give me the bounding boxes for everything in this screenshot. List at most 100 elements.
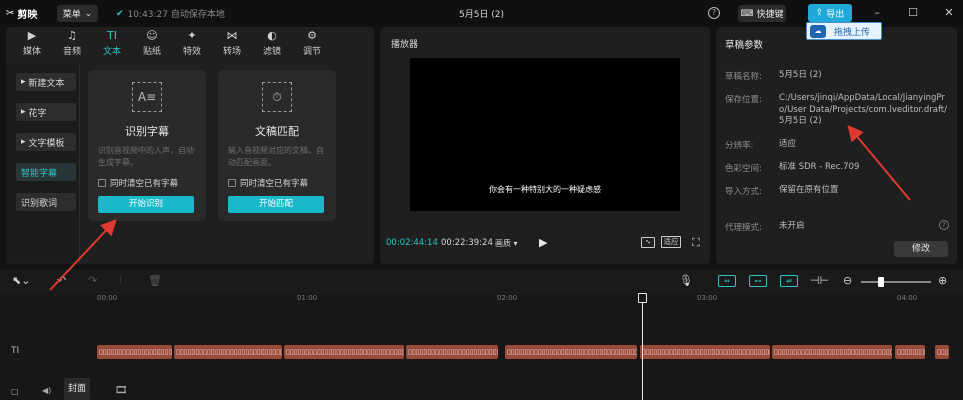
shortcut-button[interactable]: ⌨ 快捷键 bbox=[738, 5, 786, 22]
draft-title: 草稿参数 bbox=[725, 40, 764, 51]
help-icon[interactable]: ? bbox=[708, 7, 720, 19]
text-sidenav: ▸ 新建文本 ▸ 花字 ▸ 文字模板 智能字幕 识别歌词 bbox=[6, 63, 80, 263]
edit-button[interactable]: 修改 bbox=[894, 241, 948, 257]
redo-icon: ↷ bbox=[88, 274, 98, 287]
zoom-out-icon[interactable]: ⊖ bbox=[843, 274, 852, 287]
track-visibility-icon[interactable]: ▢ bbox=[11, 387, 19, 396]
adjust-icon: ⚙ bbox=[307, 29, 317, 42]
nav-label: 文字模板 bbox=[28, 138, 65, 149]
tab-label: 音频 bbox=[62, 47, 81, 57]
microphone-icon[interactable]: 🎙 bbox=[679, 274, 693, 287]
maximize-icon[interactable]: ☐ bbox=[904, 4, 922, 22]
caption-clip[interactable]: ▯▯▯▯▯▯▯▯▯▯▯▯▯▯▯▯▯▯▯▯▯▯▯▯▯▯▯▯▯▯▯▯▯▯▯▯▯▯▯▯ bbox=[284, 345, 404, 359]
checkbox-icon bbox=[98, 179, 106, 187]
tab-transition[interactable]: ⋈ 转场 bbox=[212, 27, 252, 60]
linkage-icon[interactable]: ⇌ bbox=[780, 275, 798, 287]
caption-clip[interactable]: ▯▯▯▯▯▯▯▯▯▯▯▯▯▯▯▯▯▯▯▯▯▯▯▯▯▯▯▯▯▯▯▯▯▯▯▯▯▯▯▯ bbox=[505, 345, 637, 359]
caption-clip[interactable]: ▯▯▯▯▯▯▯▯▯▯▯▯▯▯▯▯▯▯▯▯▯▯▯▯▯▯▯▯▯▯▯▯▯▯▯▯▯▯▯▯ bbox=[640, 345, 770, 359]
playhead[interactable] bbox=[642, 294, 643, 400]
clear-captions-checkbox[interactable]: 同时清空已有字幕 bbox=[228, 177, 308, 189]
zoom-in-icon[interactable]: ⊕ bbox=[938, 274, 947, 287]
tab-audio[interactable]: ♫ 音频 bbox=[52, 27, 92, 60]
card-title: 识别字幕 bbox=[125, 125, 169, 138]
ratio-button[interactable]: 适应 bbox=[661, 236, 681, 248]
caption-recognize-card: A≡ 识别字幕 识别音视频中的人声，自动生成字幕。 同时清空已有字幕 开始识别 bbox=[88, 70, 206, 221]
caption-clip[interactable]: ▯▯▯▯▯▯▯▯▯▯▯▯▯▯▯▯▯▯▯▯▯▯▯▯▯▯▯▯▯▯▯▯▯▯▯▯▯▯▯▯ bbox=[174, 345, 282, 359]
caption-clip[interactable]: ▯▯▯▯▯▯▯▯▯▯▯▯▯▯▯▯▯▯▯▯▯▯▯▯▯▯▯▯▯▯▯▯▯▯▯▯▯▯▯▯ bbox=[406, 345, 498, 359]
export-label: 导出 bbox=[826, 9, 845, 20]
quality-dropdown[interactable]: 画质 ▾ bbox=[495, 238, 518, 249]
minimize-icon[interactable]: – bbox=[868, 4, 886, 22]
drag-upload-tooltip[interactable]: ☁ 拖拽上传 bbox=[806, 22, 882, 40]
draft-name-value: 5月5日 (2) bbox=[779, 70, 822, 80]
text-icon: TI bbox=[107, 29, 117, 42]
start-recognize-button[interactable]: 开始识别 bbox=[98, 196, 194, 213]
clear-captions-checkbox[interactable]: 同时清空已有字幕 bbox=[98, 177, 178, 189]
caption-clip[interactable]: ▯▯▯▯▯▯▯▯▯▯▯▯▯▯▯▯▯▯▯▯▯▯▯▯▯▯▯▯▯▯▯▯▯▯▯▯▯▯▯▯ bbox=[97, 345, 172, 359]
caption-recognize-icon: A≡ bbox=[132, 82, 162, 112]
info-icon[interactable]: ? bbox=[939, 220, 949, 230]
upload-cloud-icon: ☁ bbox=[810, 24, 826, 38]
split-icon: ⫶ bbox=[119, 274, 122, 287]
tab-label: 贴纸 bbox=[142, 47, 161, 57]
preview-axis-icon[interactable]: ⊣⊢ bbox=[810, 274, 829, 287]
tab-label: 调节 bbox=[302, 47, 321, 57]
nav-smart-caption[interactable]: 智能字幕 bbox=[16, 163, 76, 181]
waveform-icon[interactable]: ∿ bbox=[641, 237, 655, 248]
script-match-icon: ⏱ bbox=[262, 82, 292, 112]
tab-media[interactable]: ▶ 媒体 bbox=[12, 27, 52, 60]
card-description: 输入音视频对应的文稿，自动匹配画面。 bbox=[228, 146, 324, 167]
checkbox-icon bbox=[228, 179, 236, 187]
transition-icon: ⋈ bbox=[226, 29, 238, 42]
export-button[interactable]: ⇪ 导出 bbox=[808, 4, 852, 22]
nav-new-text[interactable]: ▸ 新建文本 bbox=[16, 73, 76, 91]
resource-tabs: ▶ 媒体 ♫ 音频 TI 文本 ☺ 贴纸 ✦ 特效 ⋈ 转场 ◐ 滤镜 ⚙ 调节 bbox=[6, 27, 374, 60]
player-title: 播放器 bbox=[391, 40, 419, 50]
tab-sticker[interactable]: ☺ 贴纸 bbox=[132, 27, 172, 60]
tab-adjust[interactable]: ⚙ 调节 bbox=[292, 27, 332, 60]
nav-label: 新建文本 bbox=[28, 78, 65, 89]
color-space-label: 色彩空间: bbox=[725, 164, 762, 174]
export-icon: ⇪ bbox=[815, 8, 824, 18]
current-time: 00:02:44:14 bbox=[386, 238, 438, 248]
proxy-mode-label: 代理模式: bbox=[725, 223, 762, 233]
ruler-tick: 00:00 bbox=[97, 294, 118, 302]
drag-upload-label: 拖拽上传 bbox=[834, 27, 871, 38]
play-icon[interactable]: ▶ bbox=[539, 236, 547, 249]
shortcut-label: 快捷键 bbox=[756, 10, 784, 20]
zoom-slider[interactable] bbox=[861, 281, 931, 283]
playhead-handle[interactable] bbox=[638, 293, 647, 303]
tab-label: 特效 bbox=[182, 47, 201, 57]
ruler-tick: 01:00 bbox=[297, 294, 318, 302]
tab-filter[interactable]: ◐ 滤镜 bbox=[252, 27, 292, 60]
nav-fancy-text[interactable]: ▸ 花字 bbox=[16, 103, 76, 121]
ruler-tick: 02:00 bbox=[497, 294, 518, 302]
nav-label: 花字 bbox=[28, 108, 47, 119]
draft-name-label: 草稿名称: bbox=[725, 72, 762, 82]
caption-clip[interactable]: ▯▯▯▯▯▯▯▯▯▯▯▯▯▯▯▯▯▯▯▯▯▯▯▯▯▯▯▯▯▯▯▯▯▯▯▯▯▯▯▯ bbox=[935, 345, 949, 359]
close-icon[interactable]: ✕ bbox=[940, 4, 958, 22]
checkbox-label: 同时清空已有字幕 bbox=[240, 179, 309, 189]
undo-icon[interactable]: ↶ bbox=[57, 274, 66, 287]
auto-snap-icon[interactable]: ⊷ bbox=[749, 275, 767, 287]
tab-label: 转场 bbox=[222, 47, 241, 57]
caption-clip[interactable]: ▯▯▯▯▯▯▯▯▯▯▯▯▯▯▯▯▯▯▯▯▯▯▯▯▯▯▯▯▯▯▯▯▯▯▯▯▯▯▯▯ bbox=[772, 345, 892, 359]
zoom-slider-handle[interactable] bbox=[878, 277, 884, 287]
cover-button[interactable]: 封面 bbox=[64, 378, 90, 400]
tab-effects[interactable]: ✦ 特效 bbox=[172, 27, 212, 60]
tab-text[interactable]: TI 文本 bbox=[92, 27, 132, 60]
nav-text-template[interactable]: ▸ 文字模板 bbox=[16, 133, 76, 151]
nav-lyrics[interactable]: 识别歌词 bbox=[16, 193, 76, 211]
main-track-magnet-icon[interactable]: ⇔ bbox=[718, 275, 736, 287]
film-icon: 🎞 bbox=[115, 385, 128, 396]
media-icon: ▶ bbox=[27, 29, 37, 42]
fullscreen-icon[interactable]: ⛶ bbox=[692, 236, 700, 250]
text-track-icon: TI bbox=[11, 346, 20, 356]
caption-clip[interactable]: ▯▯▯▯▯▯▯▯▯▯▯▯▯▯▯▯▯▯▯▯▯▯▯▯▯▯▯▯▯▯▯▯▯▯▯▯▯▯▯▯ bbox=[895, 345, 925, 359]
start-match-button[interactable]: 开始匹配 bbox=[228, 196, 324, 213]
import-mode-label: 导入方式: bbox=[725, 187, 762, 197]
select-cursor-icon[interactable]: ⬉⌄ bbox=[12, 274, 30, 287]
track-mute-icon[interactable]: ◀) bbox=[42, 386, 51, 395]
ruler-tick: 04:00 bbox=[897, 294, 918, 302]
filter-icon: ◐ bbox=[267, 29, 277, 42]
